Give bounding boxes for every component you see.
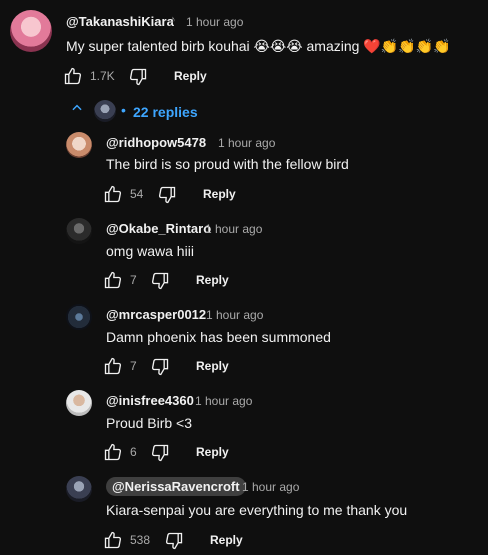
- thumbs-up-icon: [104, 531, 122, 549]
- comment-text: My super talented birb kouhai 😭😭😭 amazin…: [66, 38, 451, 54]
- like-button[interactable]: [103, 270, 123, 290]
- reply-author-avatar[interactable]: [66, 476, 92, 502]
- thumbs-down-icon: [129, 68, 147, 86]
- reply-author-avatar[interactable]: [66, 132, 92, 158]
- like-count: 538: [130, 533, 151, 547]
- comment-author-handle[interactable]: @TakanashiKiara: [66, 14, 174, 29]
- reply-button[interactable]: Reply: [210, 533, 243, 547]
- thumbs-down-icon: [151, 444, 169, 462]
- like-count: 54: [130, 187, 144, 201]
- dislike-button[interactable]: [150, 443, 170, 463]
- reply-button[interactable]: Reply: [196, 445, 229, 459]
- reply-button[interactable]: Reply: [174, 69, 207, 83]
- dot-separator: •: [121, 102, 126, 118]
- reply-author-handle[interactable]: @inisfree4360: [106, 393, 194, 408]
- thumbs-up-icon: [64, 67, 82, 85]
- like-count: 6: [130, 445, 137, 459]
- reply-button[interactable]: Reply: [196, 273, 229, 287]
- like-button[interactable]: [63, 66, 83, 86]
- thumbs-down-icon: [151, 358, 169, 376]
- reply-timestamp[interactable]: 1 hour ago: [205, 222, 262, 236]
- reply-button[interactable]: Reply: [203, 187, 236, 201]
- thumbs-up-icon: [104, 185, 122, 203]
- dislike-button[interactable]: [164, 531, 184, 551]
- like-count: 7: [130, 273, 137, 287]
- reply-text: Proud Birb <3: [106, 415, 192, 431]
- reply-text: Damn phoenix has been summoned: [106, 329, 331, 345]
- music-note-icon: ♪: [170, 14, 176, 26]
- thumbs-up-icon: [104, 443, 122, 461]
- replies-toggle[interactable]: • 22 replies: [66, 100, 206, 124]
- reply-text: The bird is so proud with the fellow bir…: [106, 156, 349, 172]
- reply-button[interactable]: Reply: [196, 359, 229, 373]
- reply-text: Kiara-senpai you are everything to me th…: [106, 502, 408, 518]
- thumbs-down-icon: [165, 532, 183, 550]
- reply-author-handle[interactable]: @Okabe_Rintaro: [106, 221, 211, 236]
- comment-timestamp[interactable]: 1 hour ago: [186, 15, 243, 29]
- thumbs-up-icon: [104, 271, 122, 289]
- dislike-button[interactable]: [157, 185, 177, 205]
- thumbs-up-icon: [104, 357, 122, 375]
- reply-author-handle[interactable]: @ridhopow5478: [106, 135, 206, 150]
- reply-timestamp[interactable]: 1 hour ago: [242, 480, 299, 494]
- dislike-button[interactable]: [128, 67, 148, 87]
- thumbs-down-icon: [151, 272, 169, 290]
- creator-avatar: [94, 100, 116, 122]
- reply-text: omg wawa hiii: [106, 243, 194, 259]
- comment-author-avatar[interactable]: [10, 10, 52, 52]
- reply-author-handle[interactable]: @mrcasper0012: [106, 307, 206, 322]
- reply-author-avatar[interactable]: [66, 390, 92, 416]
- like-button[interactable]: [103, 184, 123, 204]
- like-button[interactable]: [103, 530, 123, 550]
- reply-timestamp[interactable]: 1 hour ago: [206, 308, 263, 322]
- like-count: 7: [130, 359, 137, 373]
- like-count: 1.7K: [90, 69, 115, 83]
- dislike-button[interactable]: [150, 357, 170, 377]
- replies-count-label: 22 replies: [133, 104, 198, 120]
- reply-author-avatar[interactable]: [66, 218, 92, 244]
- reply-author-avatar[interactable]: [66, 304, 92, 330]
- like-button[interactable]: [103, 356, 123, 376]
- reply-timestamp[interactable]: 1 hour ago: [195, 394, 252, 408]
- creator-handle-pill[interactable]: @NerissaRavencroft: [106, 477, 246, 496]
- reply-timestamp[interactable]: 1 hour ago: [218, 136, 275, 150]
- like-button[interactable]: [103, 442, 123, 462]
- dislike-button[interactable]: [150, 271, 170, 291]
- thumbs-down-icon: [158, 186, 176, 204]
- chevron-up-icon: [70, 101, 84, 118]
